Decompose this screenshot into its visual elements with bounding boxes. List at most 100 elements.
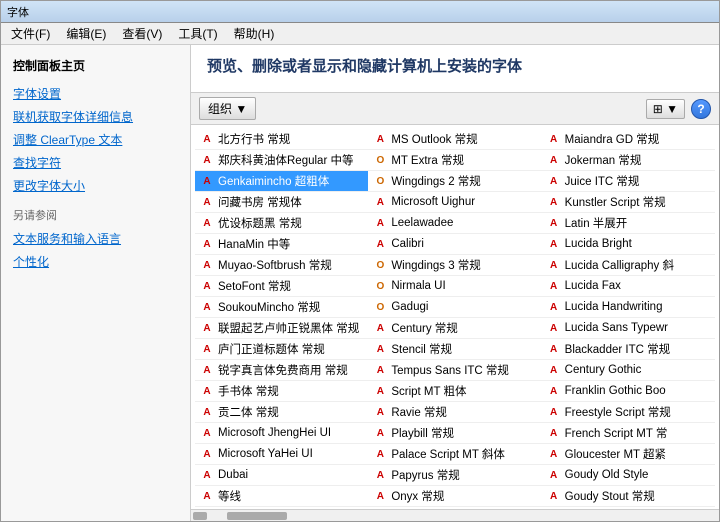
font-cell[interactable]: AHanaMin 中等	[195, 234, 368, 254]
nav-find-char[interactable]: 查找字符	[1, 151, 190, 174]
font-cell[interactable]: AJuice ITC 常规	[542, 171, 715, 191]
font-cell[interactable]: A锐字真言体免费商用 常规	[195, 360, 368, 380]
font-cell[interactable]: A郑庆科黄油体Regular 中等	[195, 150, 368, 170]
font-cell[interactable]: A贡二体 常规	[195, 402, 368, 422]
font-type-icon: O	[372, 257, 388, 273]
font-cell[interactable]: OWingdings 2 常规	[368, 171, 541, 191]
scroll-left-btn[interactable]	[193, 512, 207, 520]
grid-view-button[interactable]: ⊞ ▼	[646, 99, 685, 119]
font-cell[interactable]: ALucida Calligraphy 斜	[542, 255, 715, 275]
nav-get-fonts-online[interactable]: 联机获取字体详细信息	[1, 105, 190, 128]
font-cell[interactable]: ARavie 常规	[368, 402, 541, 422]
font-type-icon: A	[546, 131, 562, 147]
font-cell[interactable]: A北方行书 常规	[195, 129, 368, 149]
font-cell[interactable]: AGoudy Old Style	[542, 465, 715, 485]
font-name-label: Tempus Sans ITC 常规	[391, 362, 509, 378]
font-cell[interactable]: ASetoFont 常规	[195, 276, 368, 296]
font-cell[interactable]: ALatin 半展开	[542, 213, 715, 233]
organize-button[interactable]: 组织 ▼	[199, 97, 256, 120]
font-cell[interactable]: ALucida Fax	[542, 276, 715, 296]
nav-font-settings[interactable]: 字体设置	[1, 82, 190, 105]
font-name-label: 联盟起艺卢帅正锐黑体 常规	[218, 320, 359, 336]
section-label: 另请参阅	[1, 197, 190, 227]
menu-edit[interactable]: 编辑(E)	[60, 23, 112, 44]
font-cell[interactable]: ONirmala UI	[368, 276, 541, 296]
font-type-icon: A	[546, 383, 562, 399]
font-cell[interactable]: ALucida Sans Typewr	[542, 318, 715, 338]
font-type-icon: A	[199, 404, 215, 420]
font-cell[interactable]: AGloucester MT 超紧	[542, 444, 715, 464]
font-cell[interactable]: AGoudy Stout 常规	[542, 486, 715, 506]
font-type-icon: A	[372, 467, 388, 483]
font-cell[interactable]: AScript MT 粗体	[368, 381, 541, 401]
font-cell[interactable]: ABlackadder ITC 常规	[542, 339, 715, 359]
font-row: A庐门正道标题体 常规AStencil 常规ABlackadder ITC 常规	[195, 339, 715, 360]
font-cell[interactable]: ATempus Sans ITC 常规	[368, 360, 541, 380]
font-row: A郑庆科黄油体Regular 中等OMT Extra 常规AJokerman 常…	[195, 150, 715, 171]
left-panel-title: 控制面板主页	[1, 53, 190, 82]
font-cell[interactable]: ALucida Handwriting	[542, 297, 715, 317]
font-cell[interactable]: OWingdings 3 常规	[368, 255, 541, 275]
font-cell[interactable]: A等线	[195, 486, 368, 506]
scroll-thumb[interactable]	[227, 512, 287, 520]
font-name-label: Franklin Gothic Boo	[565, 385, 666, 397]
font-name-label: Lucida Fax	[565, 280, 621, 292]
font-cell[interactable]: ACalibri	[368, 234, 541, 254]
font-name-label: Freestyle Script 常规	[565, 404, 671, 420]
font-name-label: Goudy Old Style	[565, 469, 649, 481]
font-name-label: Blackadder ITC 常规	[565, 341, 670, 357]
font-cell[interactable]: AMaiandra GD 常规	[542, 129, 715, 149]
font-cell[interactable]: A优设标题黑 常规	[195, 213, 368, 233]
font-cell[interactable]: APlaybill 常规	[368, 423, 541, 443]
font-cell[interactable]: AFreestyle Script 常规	[542, 402, 715, 422]
font-cell[interactable]: AMuyao-Softbrush 常规	[195, 255, 368, 275]
menu-file[interactable]: 文件(F)	[5, 23, 56, 44]
font-name-label: Calibri	[391, 238, 424, 250]
scrollbar[interactable]	[191, 509, 719, 521]
link-text-services[interactable]: 文本服务和输入语言	[1, 227, 190, 250]
toolbar: 组织 ▼ ⊞ ▼ ?	[191, 92, 719, 125]
font-cell[interactable]: A手书体 常规	[195, 381, 368, 401]
font-type-icon: A	[546, 278, 562, 294]
font-cell[interactable]: AJokerman 常规	[542, 150, 715, 170]
font-cell[interactable]: AMicrosoft JhengHei UI	[195, 423, 368, 443]
main-window: 字体 文件(F) 编辑(E) 查看(V) 工具(T) 帮助(H) 控制面板主页 …	[0, 0, 720, 522]
font-cell[interactable]: AFranklin Gothic Boo	[542, 381, 715, 401]
nav-change-size[interactable]: 更改字体大小	[1, 174, 190, 197]
font-name-label: 等线	[218, 488, 241, 504]
font-cell[interactable]: ACentury 常规	[368, 318, 541, 338]
font-cell[interactable]: APapyrus 常规	[368, 465, 541, 485]
font-cell[interactable]: AKunstler Script 常规	[542, 192, 715, 212]
nav-cleartype[interactable]: 调整 ClearType 文本	[1, 128, 190, 151]
font-name-label: Lucida Calligraphy 斜	[565, 257, 674, 273]
font-cell[interactable]: AGenkaimincho 超粗体	[195, 171, 368, 191]
menu-view[interactable]: 查看(V)	[116, 23, 168, 44]
font-cell[interactable]: A庐门正道标题体 常规	[195, 339, 368, 359]
font-cell[interactable]: ALeelawadee	[368, 213, 541, 233]
font-cell[interactable]: AFrench Script MT 常	[542, 423, 715, 443]
font-cell[interactable]: A问藏书房 常规体	[195, 192, 368, 212]
font-cell[interactable]: APalace Script MT 斜体	[368, 444, 541, 464]
font-type-icon: A	[372, 194, 388, 210]
font-cell[interactable]: A联盟起艺卢帅正锐黑体 常规	[195, 318, 368, 338]
link-personalization[interactable]: 个性化	[1, 250, 190, 273]
font-cell[interactable]: AMicrosoft Uighur	[368, 192, 541, 212]
font-cell[interactable]: ACentury Gothic	[542, 360, 715, 380]
font-type-icon: A	[199, 383, 215, 399]
font-type-icon: A	[372, 236, 388, 252]
menu-tools[interactable]: 工具(T)	[172, 23, 223, 44]
font-cell[interactable]: ADubai	[195, 465, 368, 485]
font-name-label: Lucida Sans Typewr	[565, 322, 668, 334]
font-cell[interactable]: AMicrosoft YaHei UI	[195, 444, 368, 464]
font-cell[interactable]: OMT Extra 常规	[368, 150, 541, 170]
font-cell[interactable]: ALucida Bright	[542, 234, 715, 254]
font-cell[interactable]: ASoukouMincho 常规	[195, 297, 368, 317]
font-cell[interactable]: AOnyx 常规	[368, 486, 541, 506]
font-name-label: 贡二体 常规	[218, 404, 279, 420]
font-cell[interactable]: OGadugi	[368, 297, 541, 317]
font-cell[interactable]: AStencil 常规	[368, 339, 541, 359]
menu-help[interactable]: 帮助(H)	[228, 23, 281, 44]
font-name-label: Century 常规	[391, 320, 457, 336]
help-button[interactable]: ?	[691, 99, 711, 119]
font-cell[interactable]: AMS Outlook 常规	[368, 129, 541, 149]
